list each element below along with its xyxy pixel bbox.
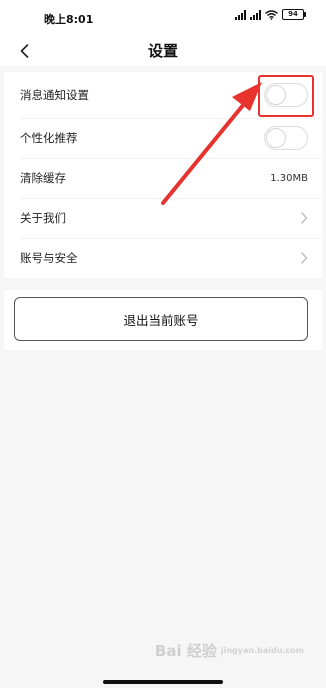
annotation-arrow	[161, 82, 262, 205]
baidu-watermark: Bai 经验 jingyan.baidu.com	[155, 640, 304, 661]
watermark-url: jingyan.baidu.com	[220, 646, 304, 655]
watermark-brand: Bai 经验	[154, 642, 217, 660]
home-indicator[interactable]	[103, 680, 223, 684]
